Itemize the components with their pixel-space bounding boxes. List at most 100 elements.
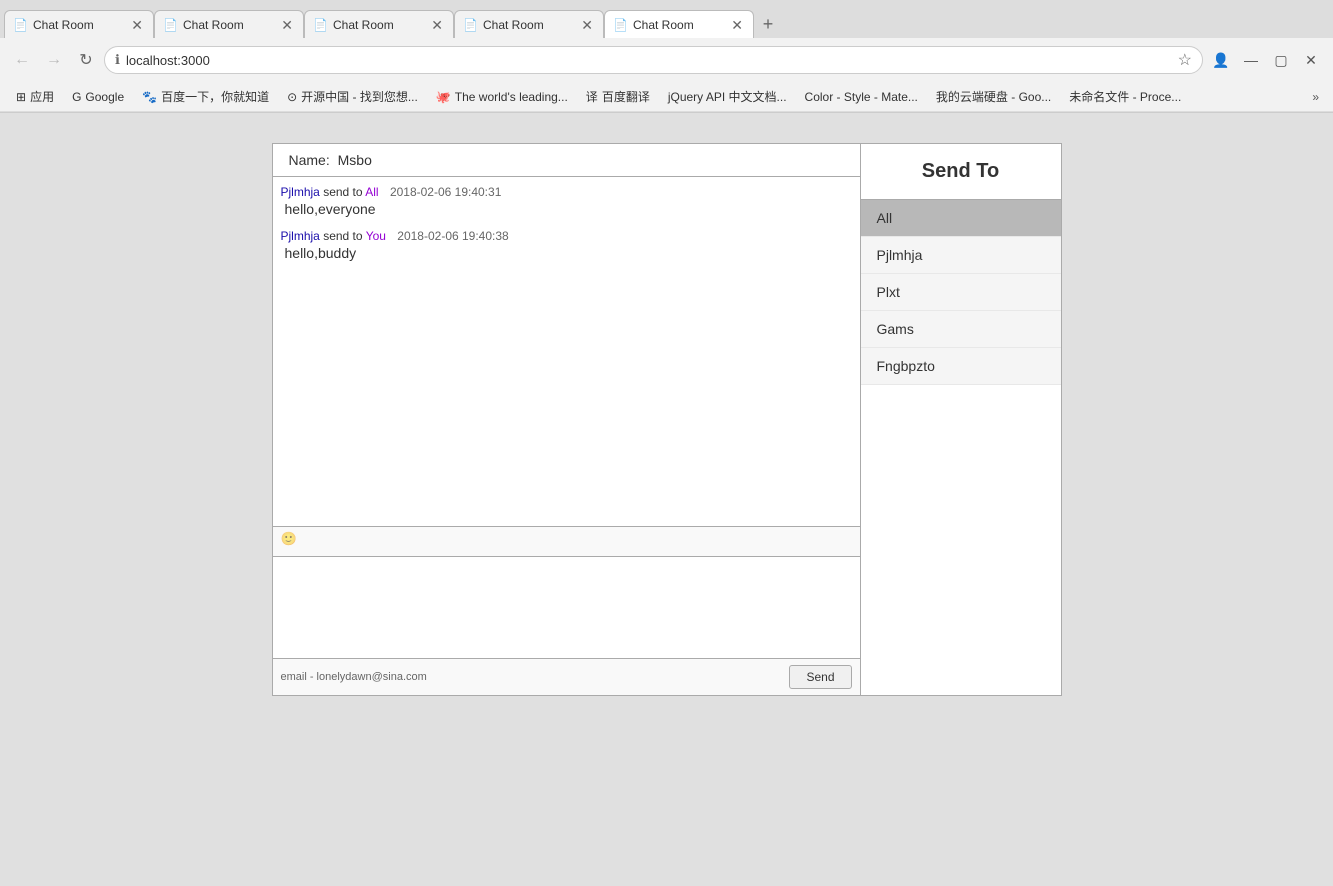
bookmark-github[interactable]: 🐙 The world's leading... [428, 88, 576, 106]
name-label: Name: [289, 152, 330, 168]
profile-icon[interactable]: 👤 [1207, 46, 1235, 74]
bookmark-github-label: The world's leading... [455, 90, 568, 104]
recipient-item-pjlmhja[interactable]: Pjlmhja [861, 237, 1061, 274]
message-2-header: Pjlmhja send to You 2018-02-06 19:40:38 [281, 229, 852, 243]
emoji-button[interactable]: 🙂 [281, 531, 297, 546]
send-button[interactable]: Send [789, 665, 851, 689]
message-2-send-word: send to [323, 229, 365, 243]
bookmark-apps[interactable]: ⊞ 应用 [8, 86, 62, 107]
bookmark-doc-label: 未命名文件 - Proce... [1069, 88, 1181, 105]
message-2-timestamp: 2018-02-06 19:40:38 [397, 229, 508, 243]
tab-bar: 📄 Chat Room ✕ 📄 Chat Room ✕ 📄 Chat Room … [0, 0, 1333, 38]
baidu-icon: 🐾 [142, 90, 157, 104]
messages-area: Pjlmhja send to All 2018-02-06 19:40:31 … [273, 177, 860, 527]
message-1-timestamp: 2018-02-06 19:40:31 [390, 185, 501, 199]
tab-4-icon: 📄 [463, 18, 477, 32]
oschina-icon: ⊙ [287, 90, 297, 104]
url-bar[interactable]: ℹ ☆ [104, 46, 1203, 74]
bookmark-jquery[interactable]: jQuery API 中文文档... [660, 86, 795, 107]
message-1: Pjlmhja send to All 2018-02-06 19:40:31 … [281, 185, 852, 217]
message-1-send-word: send to [323, 185, 365, 199]
tab-5-close[interactable]: ✕ [729, 18, 745, 32]
message-2-body: hello,buddy [281, 245, 852, 261]
bookmark-baidu[interactable]: 🐾 百度一下，你就知道 [134, 86, 277, 107]
tab-1[interactable]: 📄 Chat Room ✕ [4, 10, 154, 38]
bookmark-apps-label: 应用 [30, 88, 54, 105]
apps-icon: ⊞ [16, 90, 26, 104]
chat-right-panel: Send To AllPjlmhjaPlxtGamsFngbpzto [861, 144, 1061, 695]
chat-left-panel: Name: Msbo Pjlmhja send to All 2018-02-0… [273, 144, 861, 695]
message-input[interactable] [281, 561, 852, 651]
tab-3-title: Chat Room [333, 18, 423, 32]
bookmark-google-label: Google [85, 90, 124, 104]
reload-button[interactable]: ↻ [72, 46, 100, 74]
google-icon: G [72, 90, 81, 104]
forward-button[interactable]: → [40, 46, 68, 74]
browser-chrome: 📄 Chat Room ✕ 📄 Chat Room ✕ 📄 Chat Room … [0, 0, 1333, 113]
message-1-sender: Pjlmhja [281, 185, 320, 199]
tab-4-title: Chat Room [483, 18, 573, 32]
tab-2[interactable]: 📄 Chat Room ✕ [154, 10, 304, 38]
maximize-icon[interactable]: ▢ [1267, 46, 1295, 74]
message-1-recipient: All [365, 185, 378, 199]
bookmark-baidu-label: 百度一下，你就知道 [161, 88, 269, 105]
message-2: Pjlmhja send to You 2018-02-06 19:40:38 … [281, 229, 852, 261]
recipient-item-plxt[interactable]: Plxt [861, 274, 1061, 311]
tab-2-title: Chat Room [183, 18, 273, 32]
minimize-icon[interactable]: — [1237, 46, 1265, 74]
tab-1-close[interactable]: ✕ [129, 18, 145, 32]
tab-5-icon: 📄 [613, 18, 627, 32]
browser-toolbar-icons: 👤 — ▢ ✕ [1207, 46, 1325, 74]
github-icon: 🐙 [436, 90, 451, 104]
close-window-icon[interactable]: ✕ [1297, 46, 1325, 74]
bookmark-oschina[interactable]: ⊙ 开源中国 - 找到您想... [279, 86, 426, 107]
name-bar: Name: Msbo [273, 144, 860, 177]
bottom-bar: email - lonelydawn@sina.com Send [273, 659, 860, 695]
url-input[interactable] [126, 53, 1172, 68]
bookmark-fanyi[interactable]: 译 百度翻译 [578, 86, 658, 107]
tab-5[interactable]: 📄 Chat Room ✕ [604, 10, 754, 38]
tab-2-icon: 📄 [163, 18, 177, 32]
tab-3[interactable]: 📄 Chat Room ✕ [304, 10, 454, 38]
tab-5-title: Chat Room [633, 18, 723, 32]
toolbar-area: 🙂 [273, 527, 860, 557]
tab-1-title: Chat Room [33, 18, 123, 32]
tab-2-close[interactable]: ✕ [279, 18, 295, 32]
message-2-sender: Pjlmhja [281, 229, 320, 243]
bookmarks-bar: ⊞ 应用 G Google 🐾 百度一下，你就知道 ⊙ 开源中国 - 找到您想.… [0, 82, 1333, 112]
tab-4[interactable]: 📄 Chat Room ✕ [454, 10, 604, 38]
bookmark-fanyi-label: 百度翻译 [602, 88, 650, 105]
recipient-item-gams[interactable]: Gams [861, 311, 1061, 348]
recipient-item-all[interactable]: All [861, 200, 1061, 237]
bookmark-star-icon[interactable]: ☆ [1178, 50, 1192, 70]
tab-4-close[interactable]: ✕ [579, 18, 595, 32]
new-tab-button[interactable]: + [754, 10, 782, 38]
bookmark-color-label: Color - Style - Mate... [805, 90, 918, 104]
bookmarks-more-button[interactable]: » [1306, 88, 1325, 106]
bookmark-drive-label: 我的云端硬盘 - Goo... [936, 88, 1051, 105]
input-area [273, 557, 860, 659]
fanyi-icon: 译 [586, 88, 598, 105]
message-1-header: Pjlmhja send to All 2018-02-06 19:40:31 [281, 185, 852, 199]
name-value: Msbo [338, 152, 372, 168]
bookmark-drive[interactable]: 我的云端硬盘 - Goo... [928, 86, 1059, 107]
chat-container: Name: Msbo Pjlmhja send to All 2018-02-0… [272, 143, 1062, 696]
bookmark-google[interactable]: G Google [64, 88, 132, 106]
send-to-header: Send To [861, 144, 1061, 200]
address-bar: ← → ↻ ℹ ☆ 👤 — ▢ ✕ [0, 38, 1333, 82]
tab-3-close[interactable]: ✕ [429, 18, 445, 32]
back-button[interactable]: ← [8, 46, 36, 74]
recipient-item-fngbpzto[interactable]: Fngbpzto [861, 348, 1061, 385]
bookmark-color[interactable]: Color - Style - Mate... [797, 88, 926, 106]
recipient-list: AllPjlmhjaPlxtGamsFngbpzto [861, 200, 1061, 385]
bookmark-oschina-label: 开源中国 - 找到您想... [301, 88, 418, 105]
lock-icon: ℹ [115, 52, 120, 68]
email-text: email - lonelydawn@sina.com [281, 671, 427, 683]
tab-3-icon: 📄 [313, 18, 327, 32]
bookmark-jquery-label: jQuery API 中文文档... [668, 88, 787, 105]
message-1-body: hello,everyone [281, 201, 852, 217]
bookmark-doc[interactable]: 未命名文件 - Proce... [1061, 86, 1189, 107]
page-content: Name: Msbo Pjlmhja send to All 2018-02-0… [0, 113, 1333, 886]
tab-1-icon: 📄 [13, 18, 27, 32]
message-2-recipient: You [366, 229, 386, 243]
